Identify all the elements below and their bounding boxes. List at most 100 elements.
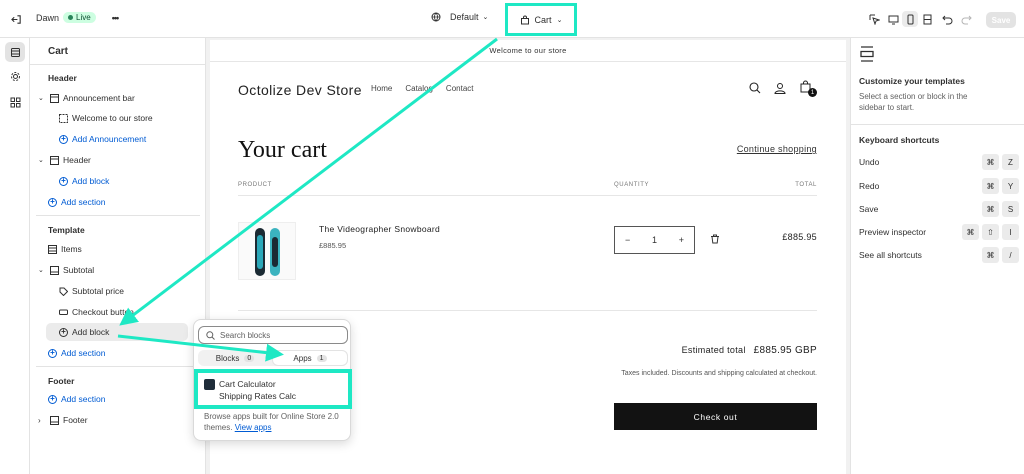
plus-circle-icon: +	[59, 327, 68, 337]
nav-catalog-link[interactable]: Catalog	[405, 84, 433, 93]
cart-icon[interactable]: 1	[799, 80, 817, 98]
sidebar-item-footer[interactable]: › Footer	[38, 411, 88, 429]
app-block-item[interactable]: Cart Calculator Shipping Rates Calc	[194, 369, 352, 409]
sidebar-item-label: Footer	[63, 415, 88, 425]
col-header-total: TOTAL	[795, 182, 817, 188]
sidebar-item-checkout-button[interactable]: Checkout button	[59, 303, 134, 321]
nav-home-link[interactable]: Home	[371, 84, 392, 93]
divider	[238, 195, 817, 196]
popover-tabs: Blocks 0 Apps 1	[198, 350, 348, 366]
key-cap: ⌘	[982, 154, 999, 170]
add-block-button[interactable]: + Add block	[59, 172, 109, 190]
search-icon[interactable]	[749, 82, 761, 96]
view-apps-link[interactable]: View apps	[235, 423, 272, 432]
quantity-value[interactable]: 1	[652, 235, 657, 245]
sidebar-item-header[interactable]: ⌄ Header	[38, 151, 91, 169]
sidebar-item-label: Subtotal price	[72, 286, 124, 296]
product-name[interactable]: The Videographer Snowboard	[319, 224, 440, 234]
tab-blocks[interactable]: Blocks 0	[198, 350, 272, 366]
key-cap: S	[1002, 201, 1019, 217]
top-bar: Dawn Live ••• Default ⌄ Cart ⌄ Save	[0, 0, 1024, 38]
right-panel: Customize your templates Select a sectio…	[850, 38, 1024, 474]
key-cap: ⌘	[982, 178, 999, 194]
divider	[851, 124, 1024, 125]
add-block-label: Add block	[72, 327, 110, 337]
line-total: £885.95	[782, 232, 817, 242]
sidebar-item-label: Header	[63, 155, 91, 165]
sections-sidebar: Cart Header ⌄ Announcement bar Welcome t…	[30, 38, 206, 474]
desktop-view-icon[interactable]	[885, 11, 901, 27]
undo-icon[interactable]	[939, 11, 955, 27]
footer-group-heading: Footer	[48, 376, 75, 386]
product-image[interactable]	[238, 222, 296, 280]
account-icon[interactable]	[774, 82, 786, 96]
shortcut-row: Save ⌘ S	[859, 201, 1019, 217]
add-announcement-button[interactable]: + Add Announcement	[59, 130, 146, 148]
popover-footer: Browse apps built for Online Store 2.0 t…	[204, 411, 346, 433]
divider	[238, 310, 817, 311]
sidebar-item-welcome[interactable]: Welcome to our store	[59, 109, 153, 127]
sections-icon[interactable]	[5, 42, 25, 62]
live-label: Live	[76, 13, 91, 22]
chevron-down-icon: ⌄	[38, 267, 44, 274]
add-section-button[interactable]: + Add section	[48, 344, 105, 362]
sidebar-item-announcement-bar[interactable]: ⌄ Announcement bar	[38, 89, 135, 107]
add-block-button[interactable]: + Add block	[46, 323, 188, 341]
decrease-quantity-button[interactable]: −	[625, 235, 630, 245]
redo-icon[interactable]	[958, 11, 974, 27]
theme-name: Dawn	[36, 12, 60, 23]
add-section-button[interactable]: + Add section	[48, 390, 105, 408]
checkout-button[interactable]: Check out	[614, 403, 817, 430]
continue-shopping-link[interactable]: Continue shopping	[737, 144, 817, 154]
tag-icon	[59, 287, 68, 296]
app-name: Cart Calculator	[219, 379, 276, 389]
add-section-label: Add section	[61, 348, 106, 358]
live-dot-icon	[68, 15, 74, 20]
cart-count-badge: 1	[808, 88, 817, 97]
inspector-icon[interactable]	[866, 11, 882, 27]
divider	[30, 64, 206, 65]
mobile-view-icon[interactable]	[902, 11, 918, 27]
template-selector[interactable]: Cart ⌄	[505, 3, 577, 36]
divider	[36, 366, 200, 367]
plus-circle-icon: +	[48, 197, 57, 207]
search-blocks-input[interactable]: Search blocks	[198, 326, 348, 344]
section-icon	[50, 265, 59, 275]
section-icon	[50, 415, 59, 425]
save-button[interactable]: Save	[986, 12, 1016, 28]
col-header-quantity: QUANTITY	[614, 182, 650, 188]
add-section-button[interactable]: + Add section	[48, 193, 105, 211]
theme-info: Dawn Live •••	[36, 12, 120, 23]
block-icon	[59, 113, 68, 123]
add-block-popover: Search blocks Blocks 0 Apps 1 Cart Calcu…	[193, 319, 352, 441]
globe-icon	[431, 12, 441, 22]
section-icon	[50, 155, 59, 165]
sidebar-item-subtotal-price[interactable]: Subtotal price	[59, 282, 124, 300]
sidebar-item-items[interactable]: Items	[48, 240, 82, 258]
increase-quantity-button[interactable]: +	[679, 235, 684, 245]
tab-apps-label: Apps	[293, 353, 312, 363]
estimated-total-value: £885.95 GBP	[753, 345, 817, 356]
nav-contact-link[interactable]: Contact	[446, 84, 474, 93]
store-logo-text[interactable]: Octolize Dev Store	[238, 82, 362, 98]
template-layout-icon	[859, 46, 875, 64]
exit-icon[interactable]	[8, 11, 24, 27]
key-cap: ⇧	[982, 224, 999, 240]
tab-apps[interactable]: Apps 1	[272, 350, 348, 366]
fullscreen-icon[interactable]	[919, 11, 935, 27]
settings-gear-icon[interactable]	[5, 66, 25, 86]
default-label: Default	[450, 12, 479, 22]
more-actions-button[interactable]: •••	[112, 13, 120, 23]
apps-icon[interactable]	[5, 92, 25, 112]
estimated-total: Estimated total £885.95 GBP	[682, 345, 817, 356]
bag-icon	[520, 15, 529, 24]
remove-item-trash-icon[interactable]	[710, 234, 720, 246]
key-cap: I	[1002, 224, 1019, 240]
default-selector[interactable]: Default ⌄	[431, 12, 488, 22]
sidebar-item-subtotal[interactable]: ⌄ Subtotal	[38, 261, 94, 279]
chevron-down-icon: ⌄	[38, 157, 44, 164]
quantity-stepper[interactable]: − 1 +	[614, 226, 695, 254]
chevron-down-icon: ⌄	[556, 16, 563, 24]
sidebar-item-label: Announcement bar	[63, 93, 135, 103]
app-icon	[204, 379, 215, 390]
